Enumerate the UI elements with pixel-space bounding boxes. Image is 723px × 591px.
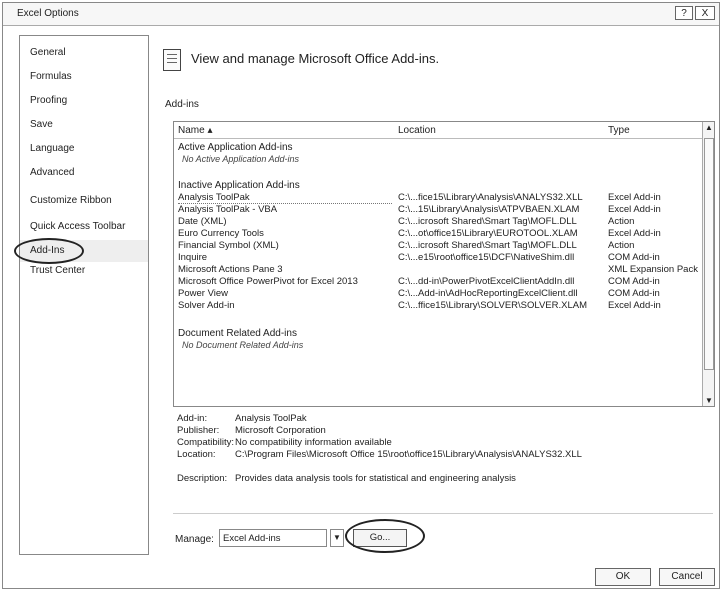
sidebar-item-customize-ribbon[interactable]: Customize Ribbon xyxy=(20,190,148,212)
scroll-thumb[interactable] xyxy=(704,138,714,370)
addin-location: C:\...ffice15\Library\SOLVER\SOLVER.XLAM xyxy=(398,300,588,311)
detail-description-value: Provides data analysis tools for statist… xyxy=(235,473,516,484)
addin-type: COM Add-in xyxy=(608,252,660,263)
sidebar-item-proofing[interactable]: Proofing xyxy=(20,90,148,112)
addin-type: XML Expansion Pack xyxy=(608,264,698,275)
table-row[interactable]: Microsoft Actions Pane 3 XML Expansion P… xyxy=(174,264,702,276)
manage-select[interactable]: Excel Add-ins xyxy=(219,529,327,547)
group-inactive-title: Inactive Application Add-ins xyxy=(178,180,300,191)
addin-location: C:\...fice15\Library\Analysis\ANALYS32.X… xyxy=(398,192,583,203)
column-header-type[interactable]: Type xyxy=(608,125,630,136)
table-row[interactable]: Microsoft Office PowerPivot for Excel 20… xyxy=(174,276,702,288)
excel-options-dialog: Excel Options ? X General Formulas Proof… xyxy=(2,2,720,589)
addin-name: Euro Currency Tools xyxy=(178,228,264,239)
detail-addin-label: Add-in: xyxy=(177,413,208,424)
add-ins-list[interactable]: Name ▴ Location Type Active Application … xyxy=(173,121,715,407)
chevron-down-icon[interactable]: ▼ xyxy=(330,529,344,547)
sidebar: General Formulas Proofing Save Language … xyxy=(14,35,149,555)
title-bar: Excel Options ? X xyxy=(3,3,719,26)
group-active-title: Active Application Add-ins xyxy=(178,142,293,153)
list-scrollbar[interactable]: ▲ ▼ xyxy=(702,122,714,406)
table-row[interactable]: Financial Symbol (XML) C:\...icrosoft Sh… xyxy=(174,240,702,252)
manage-row: Manage: Excel Add-ins ▼ Go... xyxy=(173,519,713,555)
page-header: View and manage Microsoft Office Add-ins… xyxy=(161,45,561,75)
addin-name: Analysis ToolPak - VBA xyxy=(178,204,278,215)
addin-name: Power View xyxy=(178,288,228,299)
add-in-details: Add-in: Analysis ToolPak Publisher: Micr… xyxy=(173,413,713,503)
addin-name: Inquire xyxy=(178,252,208,263)
table-header: Name ▴ Location Type xyxy=(174,122,702,139)
column-header-name[interactable]: Name ▴ xyxy=(178,125,212,136)
sidebar-item-add-ins[interactable]: Add-Ins xyxy=(14,238,148,264)
help-button[interactable]: ? xyxy=(675,6,693,20)
addin-location: C:\...dd-in\PowerPivotExcelClientAddIn.d… xyxy=(398,276,575,287)
ok-button[interactable]: OK xyxy=(595,568,651,586)
main-panel: View and manage Microsoft Office Add-ins… xyxy=(161,35,717,555)
group-document-empty: No Document Related Add-ins xyxy=(182,340,304,350)
addin-name: Microsoft Office PowerPivot for Excel 20… xyxy=(178,276,358,287)
addin-type: Excel Add-in xyxy=(608,204,661,215)
detail-description-label: Description: xyxy=(177,473,228,484)
table-row[interactable]: Power View C:\...Add-in\AdHocReportingEx… xyxy=(174,288,702,300)
window-title: Excel Options xyxy=(17,8,79,19)
table-row[interactable]: Analysis ToolPak C:\...fice15\Library\An… xyxy=(174,192,702,204)
addin-name: Financial Symbol (XML) xyxy=(178,240,279,251)
manage-label: Manage: xyxy=(175,534,214,545)
divider xyxy=(173,513,713,514)
addin-name: Analysis ToolPak xyxy=(178,192,392,204)
addin-location: C:\...icrosoft Shared\Smart Tag\MOFL.DLL xyxy=(398,240,577,251)
sidebar-item-general[interactable]: General xyxy=(20,42,148,64)
group-active-empty: No Active Application Add-ins xyxy=(182,154,300,164)
addin-type: Excel Add-in xyxy=(608,300,661,311)
sidebar-item-trust-center[interactable]: Trust Center xyxy=(20,260,148,282)
detail-addin-value: Analysis ToolPak xyxy=(235,413,307,424)
addin-name: Solver Add-in xyxy=(178,300,235,311)
cancel-button[interactable]: Cancel xyxy=(659,568,715,586)
sidebar-item-save[interactable]: Save xyxy=(20,114,148,136)
scroll-up-icon[interactable]: ▲ xyxy=(705,123,713,132)
highlight-circle xyxy=(345,519,425,553)
addin-location: C:\...Add-in\AdHocReportingExcelClient.d… xyxy=(398,288,578,299)
section-label: Add-ins xyxy=(165,99,199,110)
sidebar-item-language[interactable]: Language xyxy=(20,138,148,160)
addin-type: Excel Add-in xyxy=(608,192,661,203)
add-ins-icon xyxy=(163,49,181,71)
sidebar-item-advanced[interactable]: Advanced xyxy=(20,162,148,184)
scroll-down-icon[interactable]: ▼ xyxy=(705,396,713,405)
addin-location: C:\...icrosoft Shared\Smart Tag\MOFL.DLL xyxy=(398,216,577,227)
sidebar-item-quick-access-toolbar[interactable]: Quick Access Toolbar xyxy=(20,216,148,238)
addin-type: Action xyxy=(608,240,635,251)
detail-location-label: Location: xyxy=(177,449,216,460)
addin-type: COM Add-in xyxy=(608,288,660,299)
page-title: View and manage Microsoft Office Add-ins… xyxy=(191,51,440,66)
table-row[interactable]: Inquire C:\...e15\root\office15\DCF\Nati… xyxy=(174,252,702,264)
detail-location-value: C:\Program Files\Microsoft Office 15\roo… xyxy=(235,449,582,460)
detail-publisher-label: Publisher: xyxy=(177,425,220,436)
close-button[interactable]: X xyxy=(695,6,715,20)
addin-location: C:\...e15\root\office15\DCF\NativeShim.d… xyxy=(398,252,575,263)
sidebar-item-formulas[interactable]: Formulas xyxy=(20,66,148,88)
addin-type: Action xyxy=(608,216,635,227)
table-row[interactable]: Date (XML) C:\...icrosoft Shared\Smart T… xyxy=(174,216,702,228)
addin-location: C:\...ot\office15\Library\EUROTOOL.XLAM xyxy=(398,228,578,239)
addin-type: Excel Add-in xyxy=(608,228,661,239)
table-row[interactable]: Euro Currency Tools C:\...ot\office15\Li… xyxy=(174,228,702,240)
addin-name: Microsoft Actions Pane 3 xyxy=(178,264,283,275)
group-document-title: Document Related Add-ins xyxy=(178,328,297,339)
addin-name: Date (XML) xyxy=(178,216,227,227)
detail-publisher-value: Microsoft Corporation xyxy=(235,425,326,436)
addin-type: COM Add-in xyxy=(608,276,660,287)
detail-compat-value: No compatibility information available xyxy=(235,437,392,448)
table-row[interactable]: Analysis ToolPak - VBA C:\...15\Library\… xyxy=(174,204,702,216)
column-header-location[interactable]: Location xyxy=(398,125,436,136)
table-row[interactable]: Solver Add-in C:\...ffice15\Library\SOLV… xyxy=(174,300,702,312)
detail-compat-label: Compatibility: xyxy=(177,437,235,448)
addin-location: C:\...15\Library\Analysis\ATPVBAEN.XLAM xyxy=(398,204,580,215)
